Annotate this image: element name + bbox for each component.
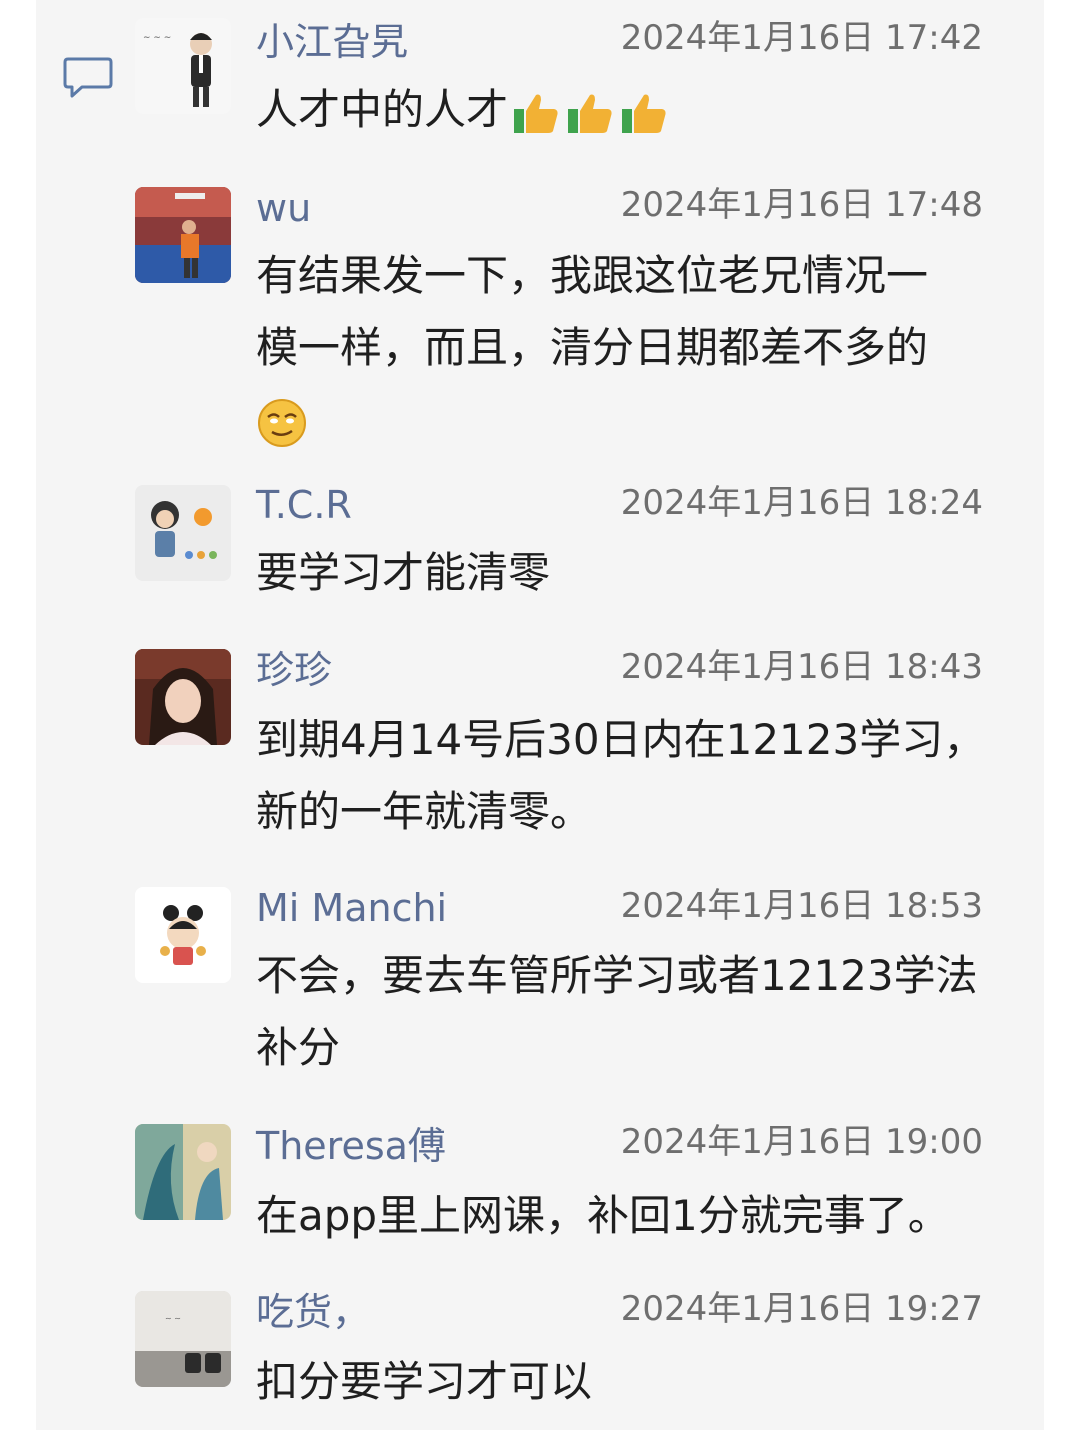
comment-timestamp: 2024年1月16日 18:43 [620,647,983,687]
comment-timestamp: 2024年1月16日 17:48 [620,185,983,225]
comment-text-line: 补分 [256,1023,341,1072]
comment-bubble-icon[interactable] [62,56,114,100]
commenter-name[interactable]: 珍珍 [256,648,332,692]
commenter-name[interactable]: 小江旮旯 [256,20,408,64]
avatar[interactable] [135,1124,231,1220]
avatar[interactable]: ∼ ∼ ∼ [135,18,231,114]
avatar[interactable] [135,649,231,745]
comment-text-line: 不会，要去车管所学习或者12123学法 [256,951,978,1000]
thumbs-up-icon [510,87,562,139]
thumbs-up-icon [564,87,616,139]
smirk-face-icon [256,397,308,449]
comment-timestamp: 2024年1月16日 18:53 [620,886,983,926]
commenter-name[interactable]: Theresa傅 [256,1124,446,1168]
commenter-name[interactable]: 吃货， [256,1290,370,1334]
thumbs-up-icon [618,87,670,139]
commenter-name[interactable]: wu [256,186,311,230]
commenter-name[interactable]: T.C.R [256,483,352,527]
comment-text-line: 有结果发一下，我跟这位老兄情况一 [256,251,929,300]
comment-text-line: 到期4月14号后30日内在12123学习， [256,715,986,764]
comment-text: 人才中的人才 [256,74,1016,146]
comment-text: 在app里上网课，补回1分就完事了。 [256,1191,950,1240]
comment-text: 不会，要去车管所学习或者12123学法 补分 [256,940,1016,1084]
commenter-name[interactable]: Mi Manchi [256,886,447,930]
avatar[interactable] [135,887,231,983]
avatar[interactable] [135,187,231,283]
comment-timestamp: 2024年1月16日 17:42 [620,18,983,58]
comment-text: 有结果发一下，我跟这位老兄情况一 模一样，而且，清分日期都差不多的 [256,240,1016,456]
comment-timestamp: 2024年1月16日 19:27 [620,1289,983,1329]
comment-text: 到期4月14号后30日内在12123学习， 新的一年就清零。 [256,704,1016,848]
comment-text-body: 人才中的人才 [256,85,509,134]
comment-timestamp: 2024年1月16日 18:24 [620,483,983,523]
comment-text: 要学习才能清零 [256,548,551,597]
avatar[interactable] [135,485,231,581]
comment-text-line: 新的一年就清零。 [256,787,593,836]
svg-text:∼ ∼ ∼: ∼ ∼ ∼ [143,33,171,43]
svg-text:∼ ∼: ∼ ∼ [165,1314,181,1323]
comment-text-line: 模一样，而且，清分日期都差不多的 [256,323,929,372]
avatar[interactable]: ∼ ∼ [135,1291,231,1387]
comment-timestamp: 2024年1月16日 19:00 [620,1122,983,1162]
comment-text: 扣分要学习才可以 [256,1357,593,1406]
